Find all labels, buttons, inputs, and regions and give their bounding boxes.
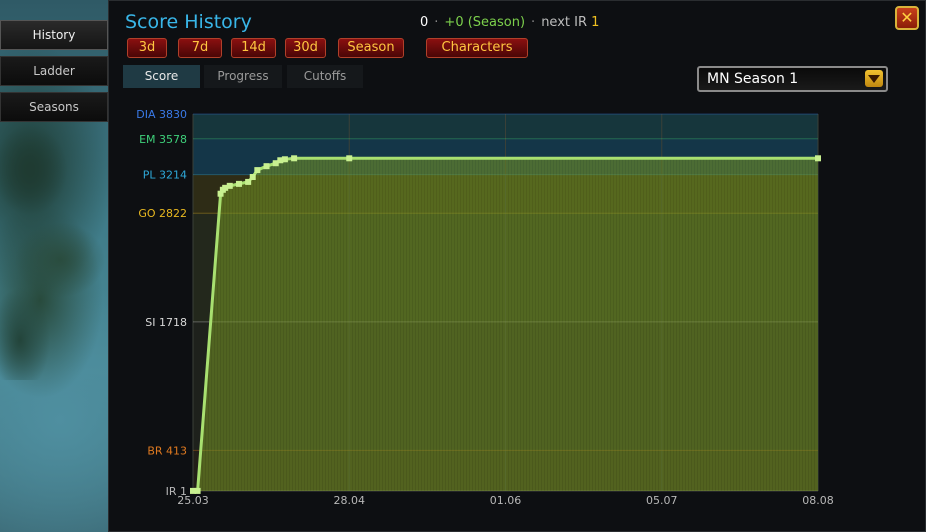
close-button[interactable]: ✕	[895, 6, 919, 30]
range-button-7d[interactable]: 7d	[178, 38, 222, 58]
range-button-30d[interactable]: 30d	[285, 38, 326, 58]
separator-dot: ·	[434, 15, 439, 30]
tab-score[interactable]: Score	[123, 65, 200, 88]
close-icon: ✕	[900, 8, 914, 27]
next-rank-label: next IR	[541, 15, 587, 30]
range-button-3d[interactable]: 3d	[127, 38, 167, 58]
tree-background	[0, 120, 110, 380]
season-delta: +0 (Season)	[444, 15, 526, 30]
score-summary: 0 · +0 (Season) · next IR 1	[420, 15, 599, 30]
separator-dot: ·	[531, 15, 536, 30]
range-button-14d[interactable]: 14d	[231, 38, 276, 58]
season-dropdown[interactable]: MN Season 1	[697, 66, 888, 92]
season-dropdown-value: MN Season 1	[707, 71, 799, 87]
characters-button[interactable]: Characters	[426, 38, 528, 58]
range-button-season[interactable]: Season	[338, 38, 404, 58]
side-tab-seasons[interactable]: Seasons	[0, 92, 108, 122]
chevron-down-icon[interactable]	[865, 70, 883, 87]
next-rank-value: 1	[591, 15, 600, 30]
panel-title: Score History	[125, 11, 252, 33]
tab-cutoffs[interactable]: Cutoffs	[287, 65, 363, 88]
side-tab-history[interactable]: History	[0, 20, 108, 50]
side-tab-ladder[interactable]: Ladder	[0, 56, 108, 86]
tab-progress[interactable]: Progress	[204, 65, 282, 88]
